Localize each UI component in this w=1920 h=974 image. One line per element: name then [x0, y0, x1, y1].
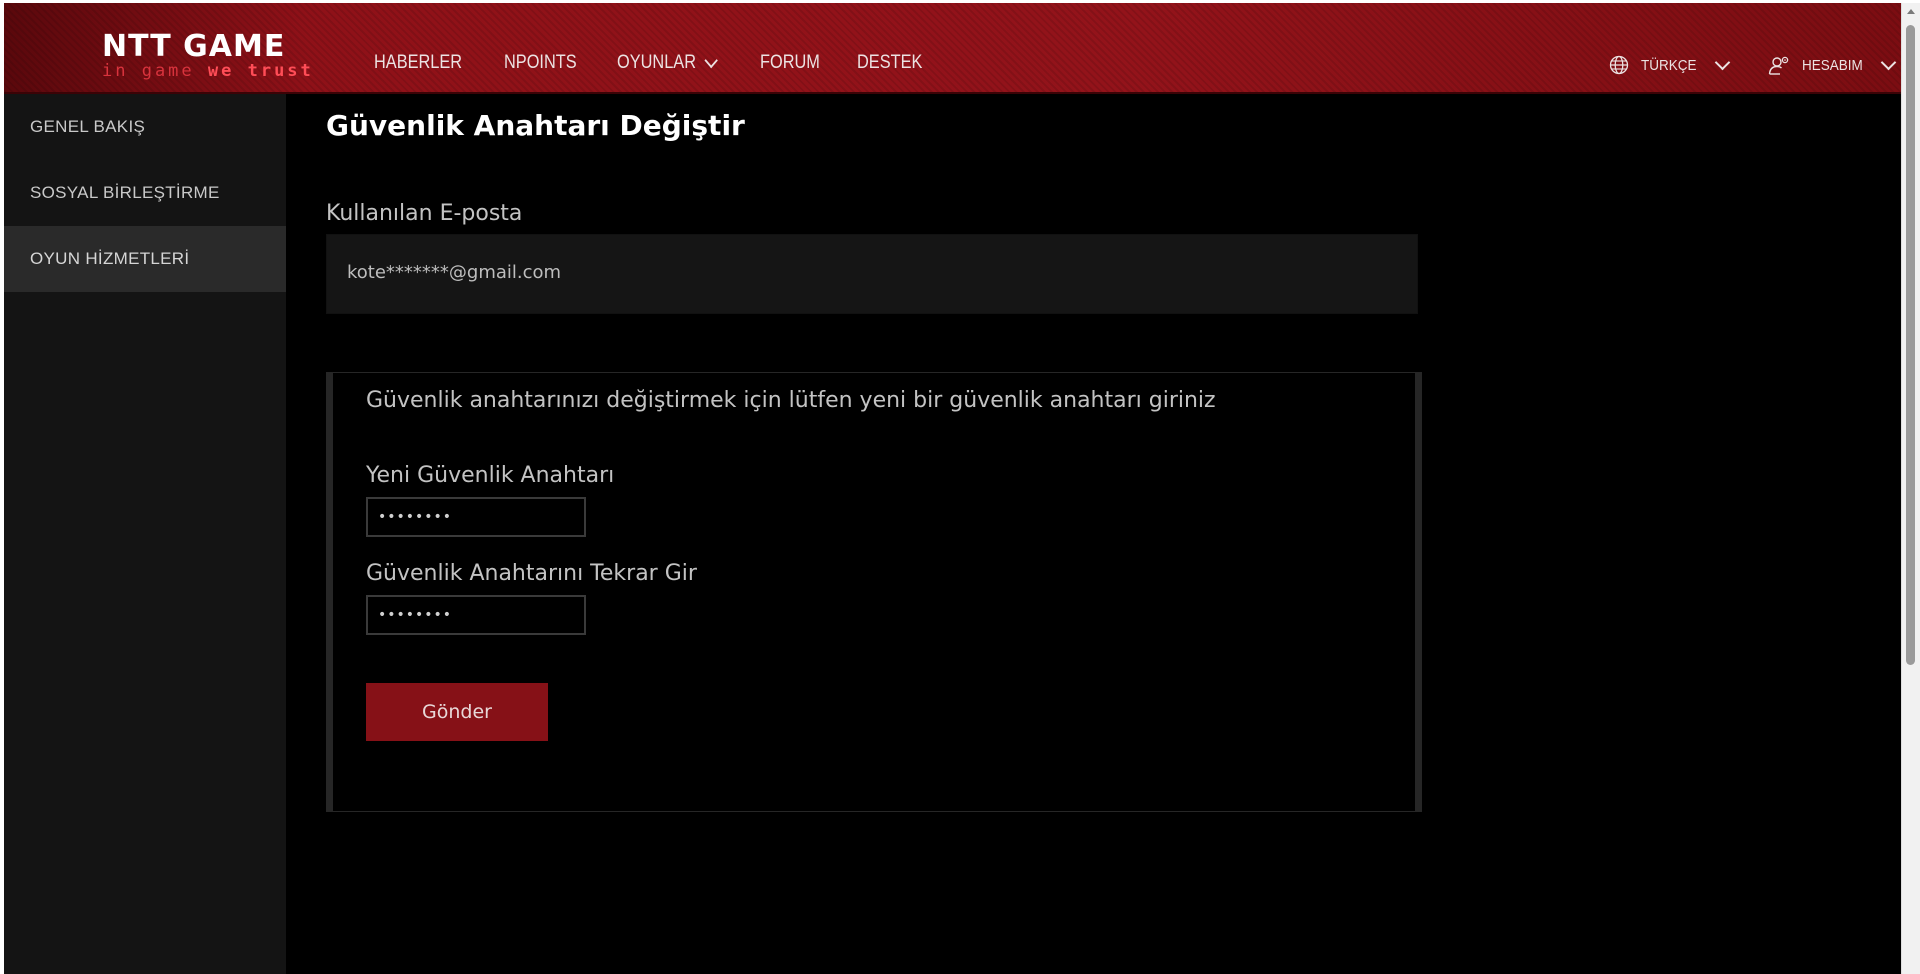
account-sidebar: GENEL BAKIŞ SOSYAL BİRLEŞTİRME OYUN HİZM… [4, 94, 286, 974]
sidebar-item-sosyal-birlestirme[interactable]: SOSYAL BİRLEŞTİRME [4, 160, 286, 226]
new-key-label: Yeni Güvenlik Anahtarı [366, 463, 615, 488]
security-key-form: Güvenlik anahtarınızı değiştirmek için l… [326, 372, 1422, 812]
account-menu[interactable]: HESABIM [1768, 54, 1897, 75]
email-display: kote*******@gmail.com [326, 234, 1418, 314]
scroll-up-arrow-icon[interactable] [1907, 9, 1915, 14]
chevron-down-icon [1714, 54, 1730, 70]
app-frame: NTT GAME in game we trust HABERLER NPOIN… [4, 3, 1901, 974]
language-label: TÜRKÇE [1641, 56, 1697, 74]
header-right-nav: TÜRKÇE HESABIM [1609, 54, 1897, 75]
email-label: Kullanılan E-posta [326, 201, 523, 226]
nav-destek[interactable]: DESTEK [857, 52, 922, 74]
submit-button[interactable]: Gönder [366, 683, 548, 741]
globe-icon [1609, 55, 1629, 75]
nav-oyunlar[interactable]: OYUNLAR [616, 52, 718, 74]
nav-forum[interactable]: FORUM [760, 52, 820, 74]
repeat-key-label: Güvenlik Anahtarını Tekrar Gir [366, 561, 697, 586]
new-key-input[interactable] [366, 497, 586, 537]
logo-tagline: in game we trust [102, 62, 314, 80]
repeat-key-input[interactable] [366, 595, 586, 635]
top-header: NTT GAME in game we trust HABERLER NPOIN… [4, 3, 1901, 94]
user-settings-icon [1768, 56, 1788, 75]
scroll-thumb[interactable] [1906, 25, 1915, 665]
email-value: kote*******@gmail.com [347, 262, 562, 283]
sidebar-item-genel-bakis[interactable]: GENEL BAKIŞ [4, 94, 286, 160]
page-title: Güvenlik Anahtarı Değiştir [326, 109, 745, 142]
nav-oyunlar-label: OYUNLAR [616, 52, 696, 73]
nav-destek-label: DESTEK [857, 52, 923, 73]
form-instructions: Güvenlik anahtarınızı değiştirmek için l… [366, 388, 1216, 413]
nav-npoints-label: NPOINTS [504, 52, 578, 73]
chevron-down-icon [704, 52, 718, 68]
account-label: HESABIM [1801, 56, 1863, 74]
logo-tagline-part-1: in game [102, 61, 208, 81]
logo-tagline-part-2: we trust [207, 61, 314, 81]
chevron-down-icon [1880, 54, 1897, 70]
page-scrollbar[interactable] [1901, 3, 1920, 974]
main-nav: HABERLER NPOINTS OYUNLAR FORUM DESTEK [374, 43, 961, 83]
nav-haberler-label: HABERLER [374, 52, 463, 73]
logo-wordmark: NTT GAME [102, 29, 286, 64]
language-selector[interactable]: TÜRKÇE [1609, 54, 1730, 75]
nav-forum-label: FORUM [759, 52, 820, 73]
nav-haberler[interactable]: HABERLER [374, 52, 462, 74]
sidebar-item-oyun-hizmetleri[interactable]: OYUN HİZMETLERİ [4, 226, 286, 292]
ntt-game-logo[interactable]: NTT GAME in game we trust [102, 29, 314, 81]
nav-npoints[interactable]: NPOINTS [504, 52, 577, 74]
